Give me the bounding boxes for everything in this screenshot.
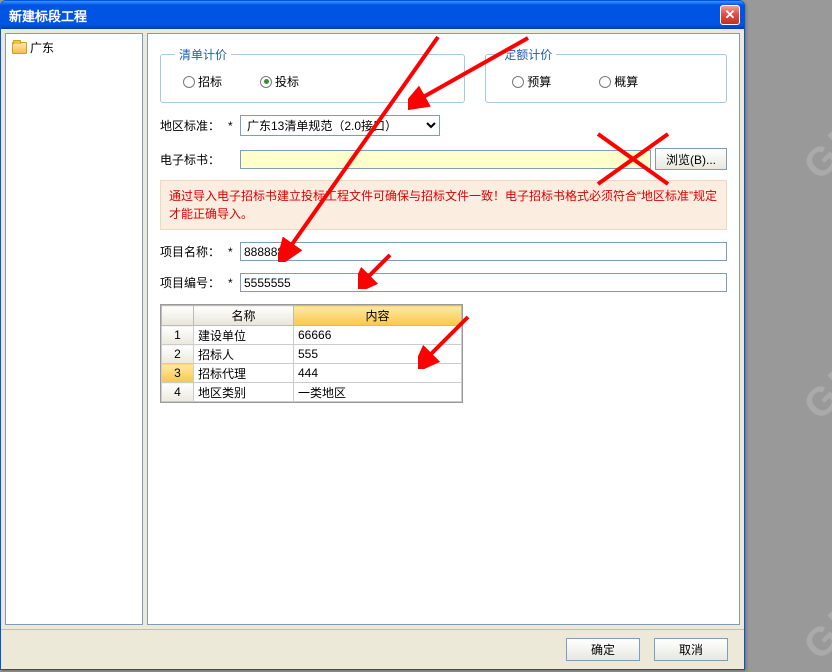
row-number: 3 [162,364,194,383]
cell-name[interactable]: 招标人 [194,345,294,364]
cell-content[interactable]: 一类地区 [294,383,462,402]
col-header-rownum[interactable] [162,306,194,326]
ebook-input[interactable] [240,150,651,169]
project-name-input[interactable] [240,242,727,261]
group-pricing: 清单计价 招标 投标 结算 [160,46,465,103]
close-button[interactable]: ✕ [720,5,740,25]
radio-toubiao[interactable]: 投标 [260,73,299,90]
label-projno: 项目编号： [160,274,228,291]
button-bar: 确定 取消 [1,629,744,669]
cancel-button[interactable]: 取消 [654,638,728,661]
window-title: 新建标段工程 [9,6,720,25]
group-pricing-legend: 清单计价 [175,46,231,63]
asterisk-icon: * [228,119,240,133]
info-table[interactable]: 名称 内容 1建设单位666662招标人5553招标代理4444地区类别一类地区 [160,304,463,403]
warning-text: 通过导入电子招标书建立投标工程文件可确保与招标文件一致！电子招标书格式必须符合“… [160,180,727,230]
tree-item-label: 广东 [30,39,54,56]
project-no-input[interactable] [240,273,727,292]
region-select[interactable]: 广东13清单规范（2.0接口） [240,115,440,136]
row-number: 2 [162,345,194,364]
group-quota: 定额计价 预算 概算 [485,46,727,103]
tree-panel[interactable]: 广东 [5,33,143,625]
cell-content[interactable]: 444 [294,364,462,383]
cell-content[interactable]: 555 [294,345,462,364]
radio-gaisuan[interactable]: 概算 [599,73,638,90]
label-region: 地区标准： [160,117,228,134]
cell-name[interactable]: 地区类别 [194,383,294,402]
browse-button[interactable]: 浏览(B)... [655,148,727,170]
group-quota-legend: 定额计价 [500,46,556,63]
table-row[interactable]: 2招标人555 [162,345,462,364]
col-header-name[interactable]: 名称 [194,306,294,326]
label-projname: 项目名称： [160,243,228,260]
title-bar[interactable]: 新建标段工程 ✕ [1,1,744,29]
table-row[interactable]: 3招标代理444 [162,364,462,383]
table-row[interactable]: 1建设单位66666 [162,326,462,345]
cell-name[interactable]: 建设单位 [194,326,294,345]
tree-item-root[interactable]: 广东 [10,38,138,57]
asterisk-icon: * [228,245,240,259]
cell-content[interactable]: 66666 [294,326,462,345]
table-row[interactable]: 4地区类别一类地区 [162,383,462,402]
row-number: 1 [162,326,194,345]
label-ebook: 电子标书： [160,151,228,168]
form-panel: 清单计价 招标 投标 结算 定额计价 预算 概算 [147,33,740,625]
radio-zhaobiao[interactable]: 招标 [183,73,222,90]
row-number: 4 [162,383,194,402]
col-header-content[interactable]: 内容 [294,306,462,326]
folder-icon [12,42,27,54]
asterisk-icon: * [228,276,240,290]
dialog-window: 新建标段工程 ✕ 广东 清单计价 招标 投标 结算 [0,0,745,670]
ok-button[interactable]: 确定 [566,638,640,661]
radio-yusuan[interactable]: 预算 [512,73,551,90]
cell-name[interactable]: 招标代理 [194,364,294,383]
